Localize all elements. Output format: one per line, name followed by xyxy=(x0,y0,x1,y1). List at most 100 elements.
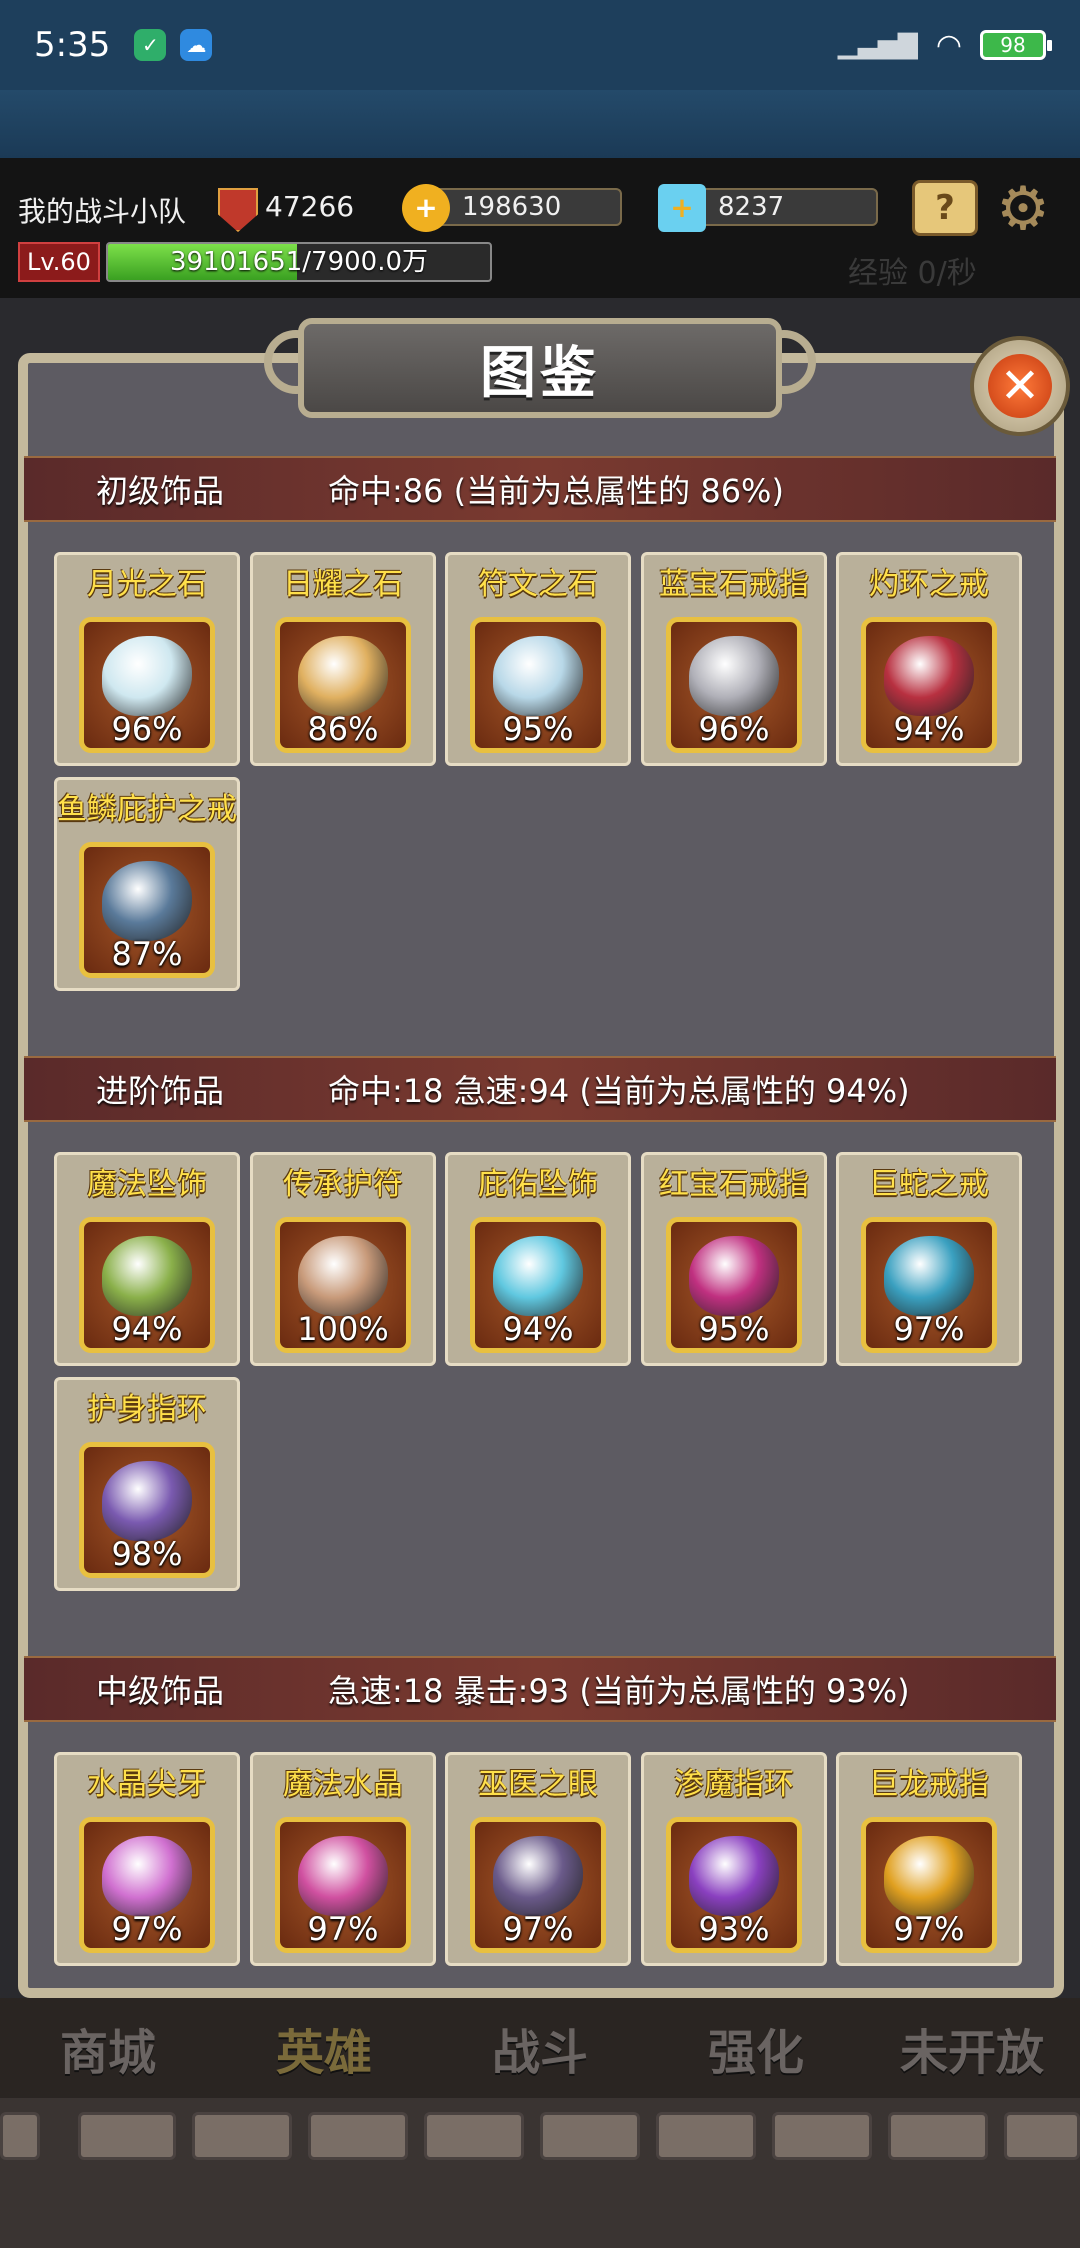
accessory-percent: 86% xyxy=(307,710,379,748)
accessory-icon-frame: 97% xyxy=(470,1817,606,1953)
wall-brick xyxy=(656,2112,756,2160)
accessory-percent: 95% xyxy=(698,1310,770,1348)
panel-title: 图鉴 xyxy=(480,340,600,406)
accessory-card[interactable]: 红宝石戒指 95% xyxy=(641,1152,827,1366)
accessory-icon xyxy=(884,636,974,716)
exp-max: /7900.0万 xyxy=(302,247,429,277)
accessory-icon xyxy=(689,636,779,716)
accessory-icon xyxy=(298,1236,388,1316)
accessory-name: 日耀之石 xyxy=(283,567,403,602)
accessory-percent: 93% xyxy=(698,1910,770,1948)
accessory-name: 水晶尖牙 xyxy=(87,1767,207,1802)
accessory-icon-frame: 94% xyxy=(470,1217,606,1353)
nav-tab[interactable]: 英雄 xyxy=(216,1998,432,2098)
wall-brick xyxy=(1004,2112,1080,2160)
signal-icon: ▁▃▅▇ xyxy=(837,30,918,60)
exp-progress-bar: 39101651/7900.0万 xyxy=(106,242,492,282)
accessory-percent: 100% xyxy=(297,1310,389,1348)
section-bonus: 命中:18 急速:94 (当前为总属性的 94%) xyxy=(328,1072,910,1110)
accessory-card[interactable]: 巨蛇之戒 97% xyxy=(836,1152,1022,1366)
accessory-icon-frame: 95% xyxy=(666,1217,802,1353)
cloud-app-icon: ☁ xyxy=(180,29,213,61)
accessory-icon xyxy=(102,636,192,716)
accessory-icon xyxy=(102,1836,192,1916)
accessory-card[interactable]: 魔法坠饰 94% xyxy=(54,1152,240,1366)
accessory-card[interactable]: 鱼鳞庇护之戒 87% xyxy=(54,777,240,991)
accessory-icon xyxy=(102,1236,192,1316)
nav-tab[interactable]: 战斗 xyxy=(432,1998,648,2098)
accessory-icon-frame: 94% xyxy=(79,1217,215,1353)
top-hud: 我的战斗小队 47266 + 198630 + 8237 ? ⚙ Lv.60 3… xyxy=(0,158,1080,298)
accessory-icon-frame: 86% xyxy=(275,617,411,753)
accessory-icon xyxy=(298,636,388,716)
accessory-icon xyxy=(493,636,583,716)
accessory-icon-frame: 94% xyxy=(861,617,997,753)
accessory-card[interactable]: 渗魔指环 93% xyxy=(641,1752,827,1966)
team-name: 我的战斗小队 xyxy=(18,195,187,228)
accessory-icon xyxy=(689,1836,779,1916)
diamond-icon: + xyxy=(658,184,706,232)
gold-coin-icon: + xyxy=(402,184,450,232)
nav-tab[interactable]: 未开放 xyxy=(864,1998,1080,2098)
accessory-icon xyxy=(493,1836,583,1916)
accessory-name: 护身指环 xyxy=(87,1392,207,1427)
accessory-icon-frame: 97% xyxy=(79,1817,215,1953)
accessory-card[interactable]: 符文之石 95% xyxy=(445,552,631,766)
section-name: 中级饰品 xyxy=(96,1672,225,1710)
accessory-name: 蓝宝石戒指 xyxy=(659,567,809,602)
gold-counter[interactable]: + 198630 xyxy=(402,184,622,232)
wifi-icon: ◠ xyxy=(935,27,962,63)
accessory-percent: 96% xyxy=(698,710,770,748)
accessory-name: 鱼鳞庇护之戒 xyxy=(57,792,237,827)
accessory-card[interactable]: 护身指环 98% xyxy=(54,1377,240,1591)
help-book-button[interactable]: ? xyxy=(912,180,978,236)
gem-counter[interactable]: + 8237 xyxy=(658,184,878,232)
accessory-icon-frame: 87% xyxy=(79,842,215,978)
accessory-card[interactable]: 传承护符 100% xyxy=(250,1152,436,1366)
header-banner xyxy=(0,90,1080,158)
accessory-card[interactable]: 月光之石 96% xyxy=(54,552,240,766)
close-button[interactable]: ✕ xyxy=(970,336,1070,436)
exp-current: 39101651 xyxy=(169,247,303,277)
wall-brick xyxy=(772,2112,872,2160)
accessory-card[interactable]: 灼环之戒 94% xyxy=(836,552,1022,766)
nav-tab[interactable]: 商城 xyxy=(0,1998,216,2098)
accessory-icon-frame: 93% xyxy=(666,1817,802,1953)
accessory-icon xyxy=(102,1461,192,1541)
wall-brick xyxy=(540,2112,640,2160)
status-bar: 5:35 ✓ ☁ ▁▃▅▇ ◠ 98 xyxy=(0,0,1080,90)
accessory-card[interactable]: 巨龙戒指 97% xyxy=(836,1752,1022,1966)
accessory-name: 红宝石戒指 xyxy=(659,1167,809,1202)
accessory-percent: 94% xyxy=(111,1310,183,1348)
accessory-card[interactable]: 巫医之眼 97% xyxy=(445,1752,631,1966)
wall-brick xyxy=(308,2112,408,2160)
settings-gear-icon[interactable]: ⚙ xyxy=(990,174,1056,244)
accessory-icon xyxy=(689,1236,779,1316)
accessory-card[interactable]: 魔法水晶 97% xyxy=(250,1752,436,1966)
gem-amount: 8237 xyxy=(718,192,785,222)
accessory-percent: 97% xyxy=(893,1910,965,1948)
accessory-card[interactable]: 庇佑坠饰 94% xyxy=(445,1152,631,1366)
nav-tab[interactable]: 强化 xyxy=(648,1998,864,2098)
accessory-icon xyxy=(493,1236,583,1316)
accessory-name: 月光之石 xyxy=(87,567,207,602)
accessory-card[interactable]: 日耀之石 86% xyxy=(250,552,436,766)
bottom-wall-decoration xyxy=(0,2098,1080,2248)
gold-amount: 198630 xyxy=(462,192,562,222)
accessory-name: 巨蛇之戒 xyxy=(869,1167,989,1202)
section-name: 进阶饰品 xyxy=(96,1072,225,1110)
accessory-percent: 97% xyxy=(111,1910,183,1948)
accessory-percent: 94% xyxy=(502,1310,574,1348)
accessory-icon xyxy=(884,1236,974,1316)
accessory-name: 传承护符 xyxy=(283,1167,403,1202)
accessory-name: 巫医之眼 xyxy=(478,1767,598,1802)
status-time: 5:35 xyxy=(34,25,111,65)
accessory-name: 巨龙戒指 xyxy=(869,1767,989,1802)
power-shield-icon xyxy=(218,188,258,232)
wall-brick xyxy=(888,2112,988,2160)
accessory-card[interactable]: 蓝宝石戒指 96% xyxy=(641,552,827,766)
accessory-icon xyxy=(884,1836,974,1916)
accessory-card[interactable]: 水晶尖牙 97% xyxy=(54,1752,240,1966)
wall-brick xyxy=(192,2112,292,2160)
section-header: 中级饰品 急速:18 暴击:93 (当前为总属性的 93%) xyxy=(24,1656,1056,1722)
